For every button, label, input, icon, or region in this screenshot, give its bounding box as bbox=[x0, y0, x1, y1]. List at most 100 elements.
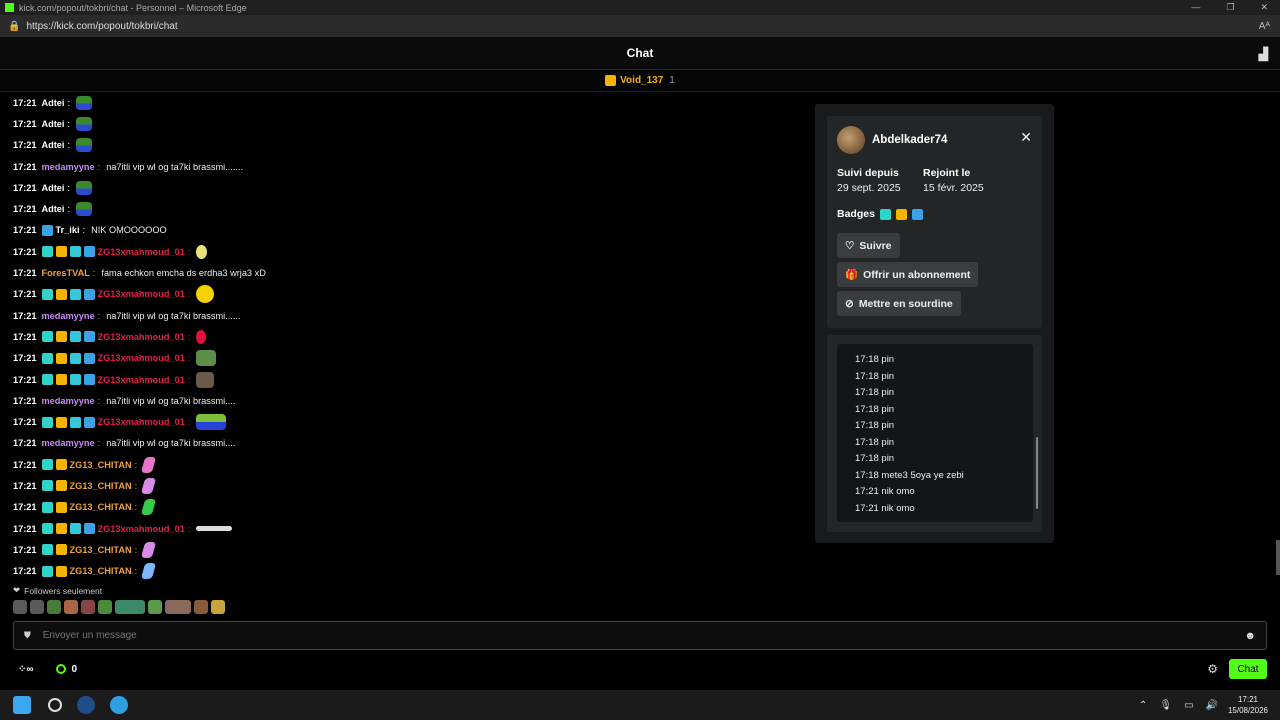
message-time: 17:21 bbox=[13, 182, 37, 193]
message-username[interactable]: ZG13_CHITAN bbox=[70, 460, 132, 470]
message-username[interactable]: Adtei bbox=[42, 140, 65, 150]
message-username[interactable]: medamyyne bbox=[42, 438, 95, 448]
emote-image[interactable] bbox=[196, 526, 233, 532]
chat-send-button[interactable]: Chat bbox=[1229, 659, 1267, 679]
taskbar: ⌃ 🎙 ▭ 🔊 17:21 15/08/2026 bbox=[0, 690, 1280, 720]
display-icon[interactable]: ▭ bbox=[1184, 700, 1193, 711]
emote-image[interactable] bbox=[141, 563, 157, 580]
gift-badge-icon bbox=[69, 416, 81, 428]
emote-image[interactable] bbox=[76, 95, 93, 110]
message-username[interactable]: ForesTVAL bbox=[42, 268, 90, 278]
message-username[interactable]: medamyyne bbox=[42, 396, 95, 406]
emote-button[interactable] bbox=[211, 600, 225, 614]
infinity-icon[interactable]: ⁘∞ bbox=[18, 664, 34, 675]
lock-icon[interactable]: 🔒 bbox=[8, 21, 20, 32]
emote-image[interactable] bbox=[141, 477, 157, 494]
follow-button[interactable]: ♡ Suivre bbox=[837, 233, 900, 258]
message-username[interactable]: ZG13_CHITAN bbox=[70, 545, 132, 555]
message-username[interactable]: ZG13xmahmoud_01 bbox=[98, 289, 185, 299]
emote-image[interactable] bbox=[196, 285, 215, 304]
mute-button[interactable]: ⊘ Mettre en sourdine bbox=[837, 291, 961, 316]
chat-message: 17:21 ZG13_CHITAN: bbox=[13, 475, 793, 496]
emote-image[interactable] bbox=[76, 180, 93, 195]
read-aloud-icon[interactable]: Aᴬ bbox=[1259, 21, 1270, 32]
message-input[interactable] bbox=[42, 630, 1245, 641]
emote-image[interactable] bbox=[141, 499, 157, 516]
chevron-up-icon[interactable]: ⌃ bbox=[1139, 700, 1147, 711]
message-username[interactable]: medamyyne bbox=[42, 162, 95, 172]
message-history-list[interactable]: 17:18 pin 17:18 pin 17:18 pin 17:18 pin 17:1… bbox=[837, 344, 1033, 522]
taskbar-clock[interactable]: 17:21 15/08/2026 bbox=[1228, 694, 1268, 716]
message-username[interactable]: Adtei bbox=[42, 204, 65, 214]
message-username[interactable]: ZG13xmahmoud_01 bbox=[98, 524, 185, 534]
emote-button[interactable] bbox=[148, 600, 162, 614]
message-username[interactable]: medamyyne bbox=[42, 311, 95, 321]
message-username[interactable]: ZG13xmahmoud_01 bbox=[98, 247, 185, 257]
joined-label: Rejoint le bbox=[923, 167, 971, 179]
emote-image[interactable] bbox=[76, 138, 93, 153]
emote-image[interactable] bbox=[141, 541, 157, 558]
history-message: 17:21 nik omo bbox=[855, 502, 915, 514]
history-message: 17:18 pin bbox=[855, 436, 895, 448]
url-text[interactable]: https://kick.com/popout/tokbri/chat bbox=[26, 21, 177, 32]
microphone-icon[interactable]: 🎙 bbox=[1159, 700, 1172, 711]
search-icon[interactable] bbox=[48, 698, 62, 712]
history-scrollbar[interactable] bbox=[1036, 437, 1038, 509]
emoji-icon[interactable]: ☻ bbox=[1244, 630, 1256, 642]
chat-scrollbar[interactable] bbox=[1276, 540, 1280, 575]
restore-icon[interactable]: ❐ bbox=[1226, 2, 1234, 13]
gear-icon[interactable]: ⚙ bbox=[1207, 662, 1218, 676]
emote-image[interactable] bbox=[141, 456, 157, 473]
chat-message: 17:21 medamyyne: na7itli vip wl og ta7ki b… bbox=[13, 433, 793, 454]
message-time: 17:21 bbox=[13, 480, 37, 491]
emote-image[interactable] bbox=[196, 329, 207, 344]
message-username[interactable]: Adtei bbox=[42, 98, 65, 108]
emote-button[interactable] bbox=[98, 600, 112, 614]
channel-points[interactable]: 0 bbox=[55, 664, 77, 675]
shield-icon[interactable]: ⛊ bbox=[24, 630, 31, 641]
message-username[interactable]: Adtei bbox=[42, 119, 65, 129]
emote-button[interactable] bbox=[81, 600, 95, 614]
emote-button[interactable] bbox=[47, 600, 61, 614]
message-username[interactable]: ZG13_CHITAN bbox=[70, 481, 132, 491]
message-username[interactable]: Tr_iki bbox=[56, 225, 80, 235]
message-time: 17:21 bbox=[13, 353, 37, 364]
message-username[interactable]: ZG13xmahmoud_01 bbox=[98, 332, 185, 342]
message-input-box[interactable]: ⛊ ☻ bbox=[13, 621, 1267, 650]
message-username[interactable]: ZG13xmahmoud_01 bbox=[98, 353, 185, 363]
emote-button[interactable] bbox=[165, 600, 191, 614]
pinned-user[interactable]: Void_137 bbox=[620, 75, 663, 86]
edge-icon[interactable] bbox=[110, 696, 128, 714]
joined-value: 15 févr. 2025 bbox=[923, 182, 984, 194]
card-username[interactable]: Abdelkader74 bbox=[872, 134, 947, 146]
address-bar[interactable]: 🔒 https://kick.com/popout/tokbri/chat Aᴬ bbox=[0, 15, 1280, 37]
emote-button[interactable] bbox=[13, 600, 27, 614]
emote-image[interactable] bbox=[196, 371, 215, 388]
message-username[interactable]: ZG13xmahmoud_01 bbox=[98, 417, 185, 427]
close-window-icon[interactable]: ✕ bbox=[1260, 2, 1268, 13]
message-username[interactable]: Adtei bbox=[42, 183, 65, 193]
windows-start-icon[interactable] bbox=[13, 696, 31, 714]
emote-image[interactable] bbox=[196, 244, 208, 259]
emote-image[interactable] bbox=[76, 202, 93, 217]
volume-icon[interactable]: 🔊 bbox=[1206, 700, 1218, 711]
minimize-icon[interactable]: — bbox=[1191, 2, 1200, 13]
emote-button[interactable] bbox=[30, 600, 44, 614]
badges-label: Badges bbox=[837, 208, 875, 220]
message-username[interactable]: ZG13_CHITAN bbox=[70, 502, 132, 512]
crown-badge-icon bbox=[55, 416, 67, 428]
gift-sub-button[interactable]: 🎁 Offrir un abonnement bbox=[837, 262, 979, 287]
emote-button[interactable] bbox=[64, 600, 78, 614]
emote-button[interactable] bbox=[115, 600, 145, 614]
pinned-bar[interactable]: Void_137 1 bbox=[0, 70, 1280, 92]
message-username[interactable]: ZG13_CHITAN bbox=[70, 566, 132, 576]
mod-tools-icon[interactable]: ▟ bbox=[1259, 47, 1268, 61]
message-username[interactable]: ZG13xmahmoud_01 bbox=[98, 375, 185, 385]
close-icon[interactable]: ✕ bbox=[1020, 129, 1032, 146]
steam-icon[interactable] bbox=[77, 696, 95, 714]
emote-image[interactable] bbox=[196, 350, 217, 367]
emote-image[interactable] bbox=[76, 116, 93, 131]
emote-button[interactable] bbox=[194, 600, 208, 614]
emote-image[interactable] bbox=[196, 414, 227, 431]
chat-message: 17:21 ZG13xmahmoud_01: bbox=[13, 241, 793, 262]
